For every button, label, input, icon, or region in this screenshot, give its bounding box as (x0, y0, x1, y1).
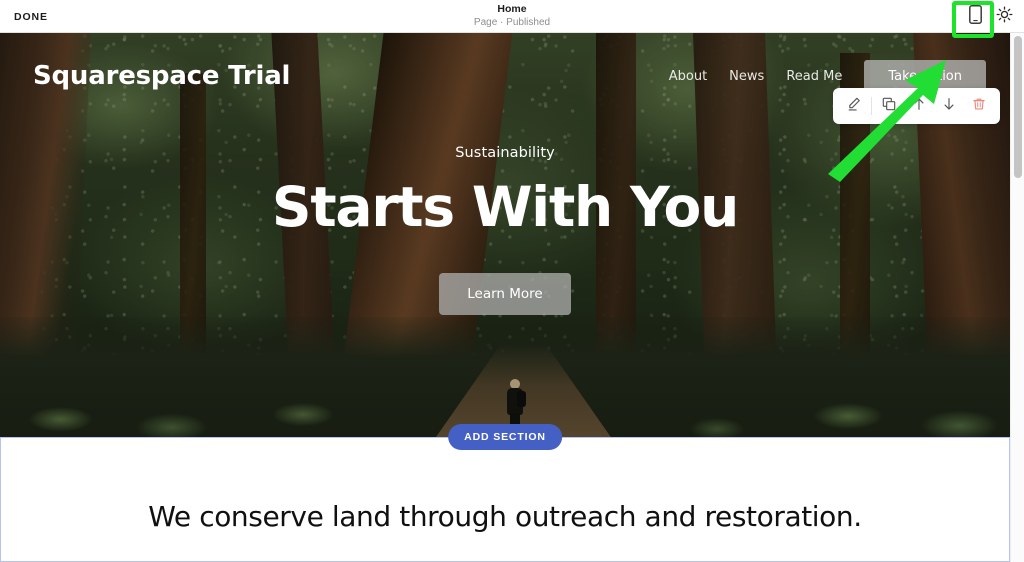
top-bar-actions (960, 0, 1018, 33)
page-status: Page · Published (473, 16, 551, 28)
mobile-preview-button[interactable] (960, 2, 990, 32)
section-two-heading: We conserve land through outreach and re… (148, 500, 862, 533)
section-toolbar (833, 88, 1000, 124)
trash-delete-icon (971, 96, 987, 117)
learn-more-button[interactable]: Learn More (439, 272, 571, 315)
toolbar-divider (871, 97, 872, 115)
add-section-button[interactable]: ADD SECTION (448, 424, 562, 450)
duplicate-icon (881, 96, 897, 117)
editor-top-bar: DONE Home Page · Published (0, 0, 1024, 33)
site-preview-canvas: Squarespace Trial About News Read Me Tak… (0, 33, 1010, 562)
mobile-device-icon (968, 4, 982, 29)
move-section-up-button[interactable] (904, 91, 934, 121)
content-section-two[interactable]: We conserve land through outreach and re… (0, 437, 1010, 562)
page-title: Home (497, 3, 527, 15)
arrow-up-icon (911, 96, 927, 117)
hero-headline: Starts With You (271, 175, 739, 240)
gear-icon (996, 6, 1013, 28)
duplicate-section-button[interactable] (874, 91, 904, 121)
hero-eyebrow: Sustainability (455, 145, 555, 162)
scrollbar-thumb[interactable] (1014, 36, 1022, 178)
edit-section-button[interactable] (839, 91, 869, 121)
settings-button[interactable] (990, 2, 1018, 32)
page-meta: Home Page · Published (0, 3, 1024, 29)
arrow-down-icon (941, 96, 957, 117)
page-scrollbar[interactable] (1010, 33, 1024, 562)
pencil-edit-icon (846, 96, 862, 117)
delete-section-button[interactable] (964, 91, 994, 121)
move-section-down-button[interactable] (934, 91, 964, 121)
